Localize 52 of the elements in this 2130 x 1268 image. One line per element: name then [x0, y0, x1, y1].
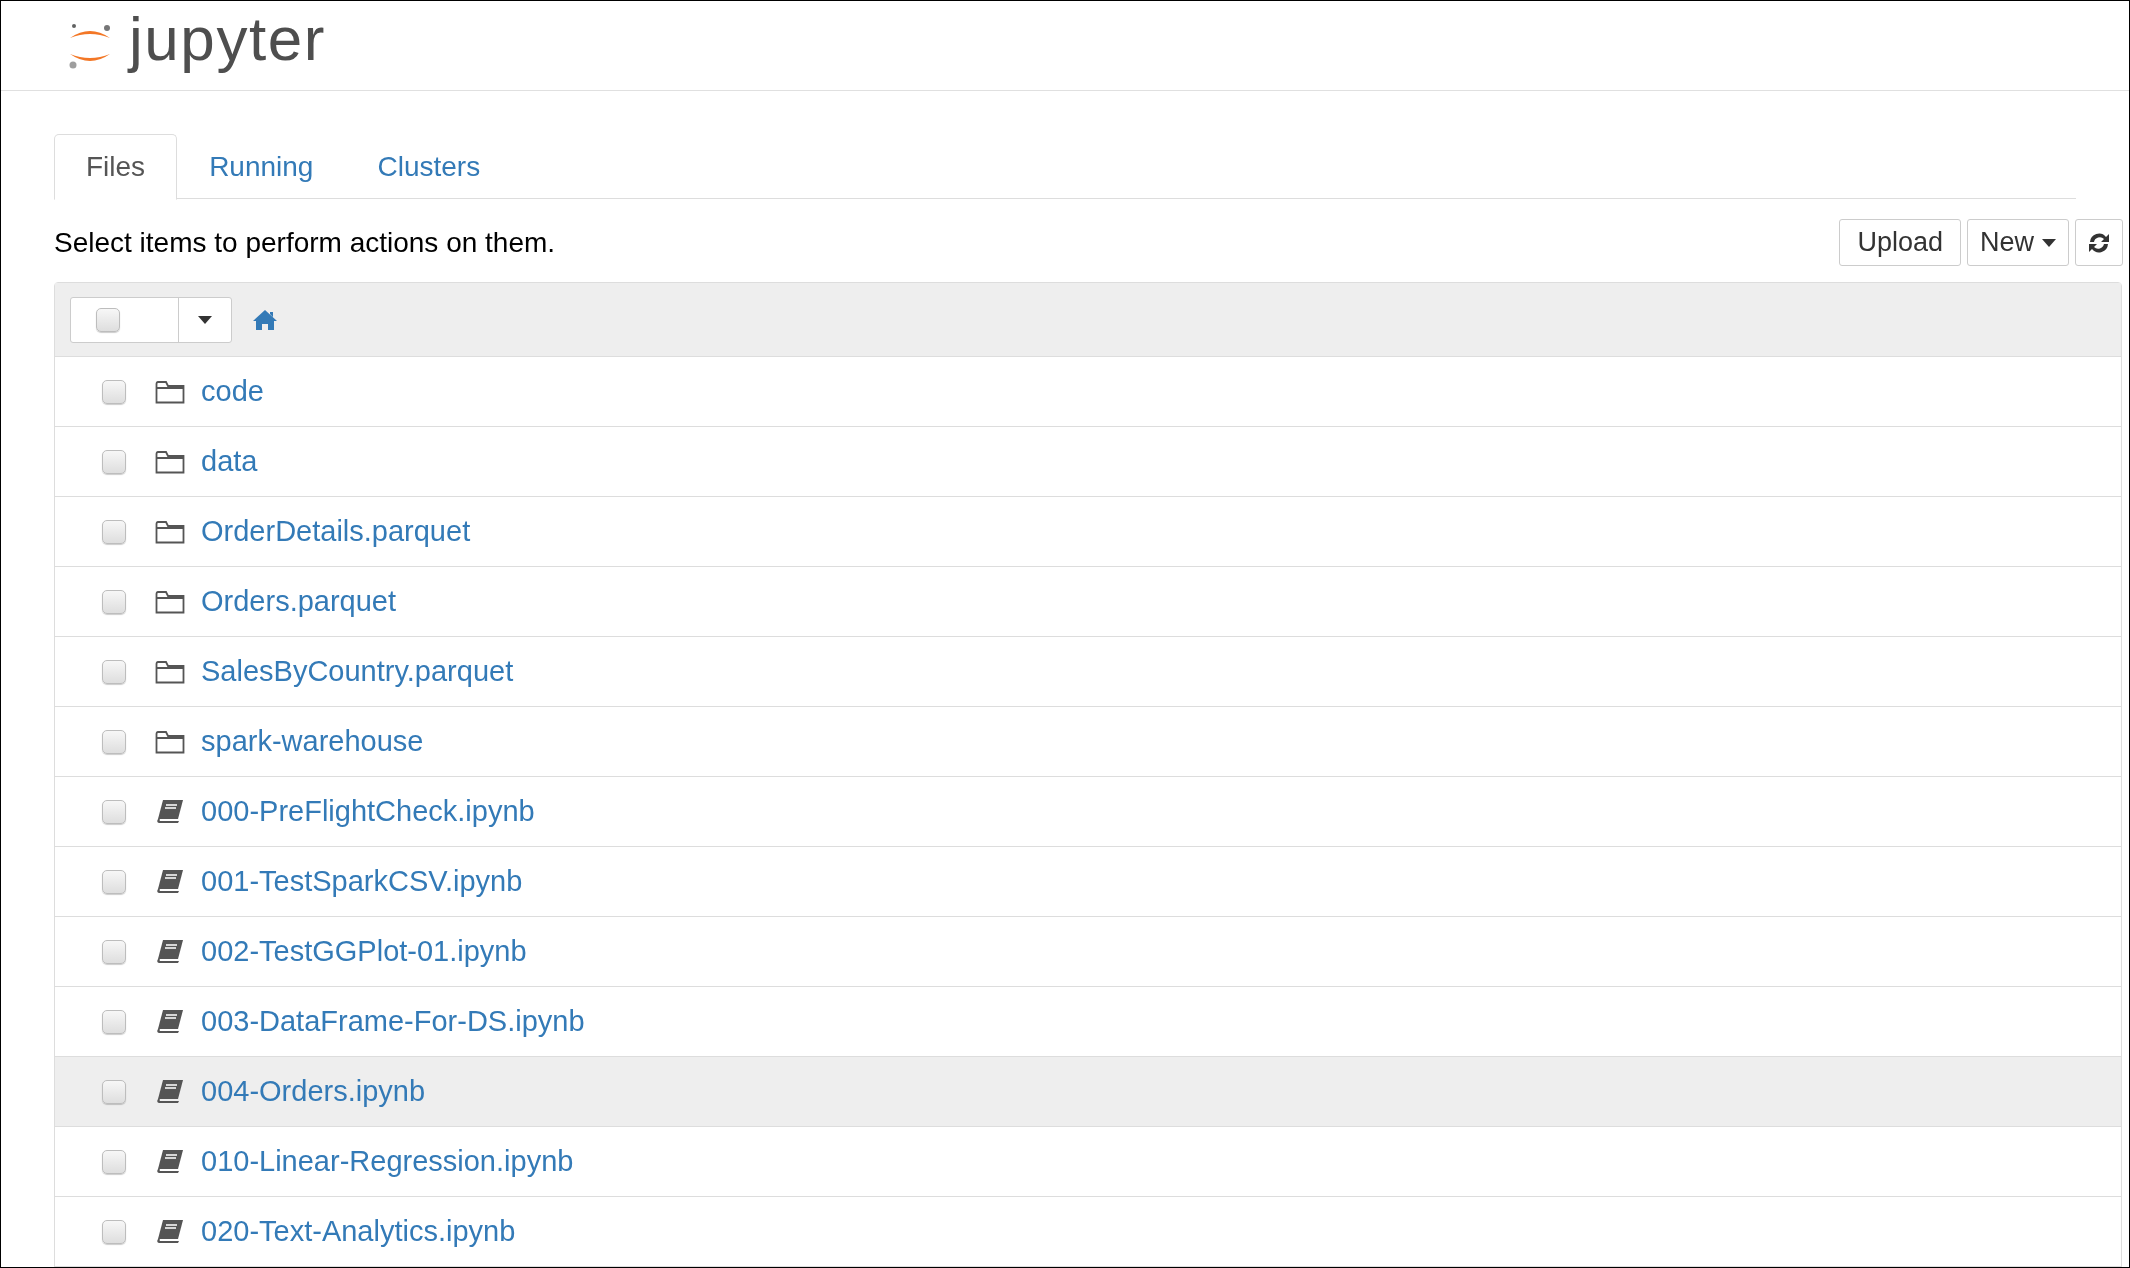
- file-link[interactable]: data: [201, 439, 258, 484]
- file-row[interactable]: 004-Orders.ipynb: [55, 1057, 2121, 1127]
- row-checkbox[interactable]: [102, 729, 126, 754]
- row-checkbox[interactable]: [102, 869, 126, 894]
- row-checkbox[interactable]: [102, 589, 126, 614]
- folder-icon: [155, 519, 185, 544]
- select-all-checkbox[interactable]: [96, 307, 120, 332]
- notebook-icon: [155, 1008, 185, 1035]
- select-all-dropdown[interactable]: [70, 296, 232, 343]
- row-checkbox[interactable]: [102, 1009, 126, 1034]
- caret-icon: [2042, 238, 2056, 247]
- folder-icon: [155, 729, 185, 754]
- notebook-icon: [155, 1078, 185, 1105]
- row-checkbox[interactable]: [102, 1149, 126, 1174]
- row-checkbox[interactable]: [102, 1219, 126, 1244]
- notebook-icon: [155, 868, 185, 895]
- notebook-icon: [155, 1218, 185, 1245]
- folder-icon: [155, 449, 185, 474]
- upload-button[interactable]: Upload: [1839, 219, 1961, 266]
- file-link[interactable]: 001-TestSparkCSV.ipynb: [201, 859, 523, 904]
- row-checkbox[interactable]: [102, 379, 126, 404]
- file-link[interactable]: code: [201, 369, 264, 414]
- notebook-icon: [155, 938, 185, 965]
- tab[interactable]: Clusters: [347, 134, 511, 199]
- row-checkbox[interactable]: [102, 519, 126, 544]
- file-link[interactable]: OrderDetails.parquet: [201, 509, 471, 554]
- tab[interactable]: Running: [179, 134, 344, 199]
- tab[interactable]: Files: [54, 134, 178, 200]
- notebook-icon: [155, 798, 185, 825]
- file-link[interactable]: spark-warehouse: [201, 719, 424, 764]
- file-link[interactable]: SalesByCountry.parquet: [201, 649, 514, 694]
- new-button[interactable]: New: [1967, 219, 2069, 266]
- notebook-icon: [155, 1148, 185, 1175]
- file-link[interactable]: 020-Text-Analytics.ipynb: [201, 1209, 516, 1254]
- folder-icon: [155, 659, 185, 684]
- file-link[interactable]: Orders.parquet: [201, 579, 397, 624]
- row-checkbox[interactable]: [102, 799, 126, 824]
- row-checkbox[interactable]: [102, 659, 126, 684]
- folder-icon: [155, 589, 185, 614]
- row-checkbox[interactable]: [102, 449, 126, 474]
- home-icon[interactable]: [252, 308, 278, 331]
- folder-icon: [155, 379, 185, 404]
- file-link[interactable]: 000-PreFlightCheck.ipynb: [201, 789, 535, 834]
- instruction-text: Select items to perform actions on them.: [54, 225, 556, 260]
- row-checkbox[interactable]: [102, 939, 126, 964]
- refresh-button[interactable]: [2075, 219, 2123, 266]
- file-link[interactable]: 002-TestGGPlot-01.ipynb: [201, 929, 527, 974]
- file-link[interactable]: 004-Orders.ipynb: [201, 1069, 426, 1114]
- file-link[interactable]: 010-Linear-Regression.ipynb: [201, 1139, 574, 1184]
- row-checkbox[interactable]: [102, 1079, 126, 1104]
- file-link[interactable]: 003-DataFrame-For-DS.ipynb: [201, 999, 585, 1044]
- caret-icon: [198, 315, 212, 324]
